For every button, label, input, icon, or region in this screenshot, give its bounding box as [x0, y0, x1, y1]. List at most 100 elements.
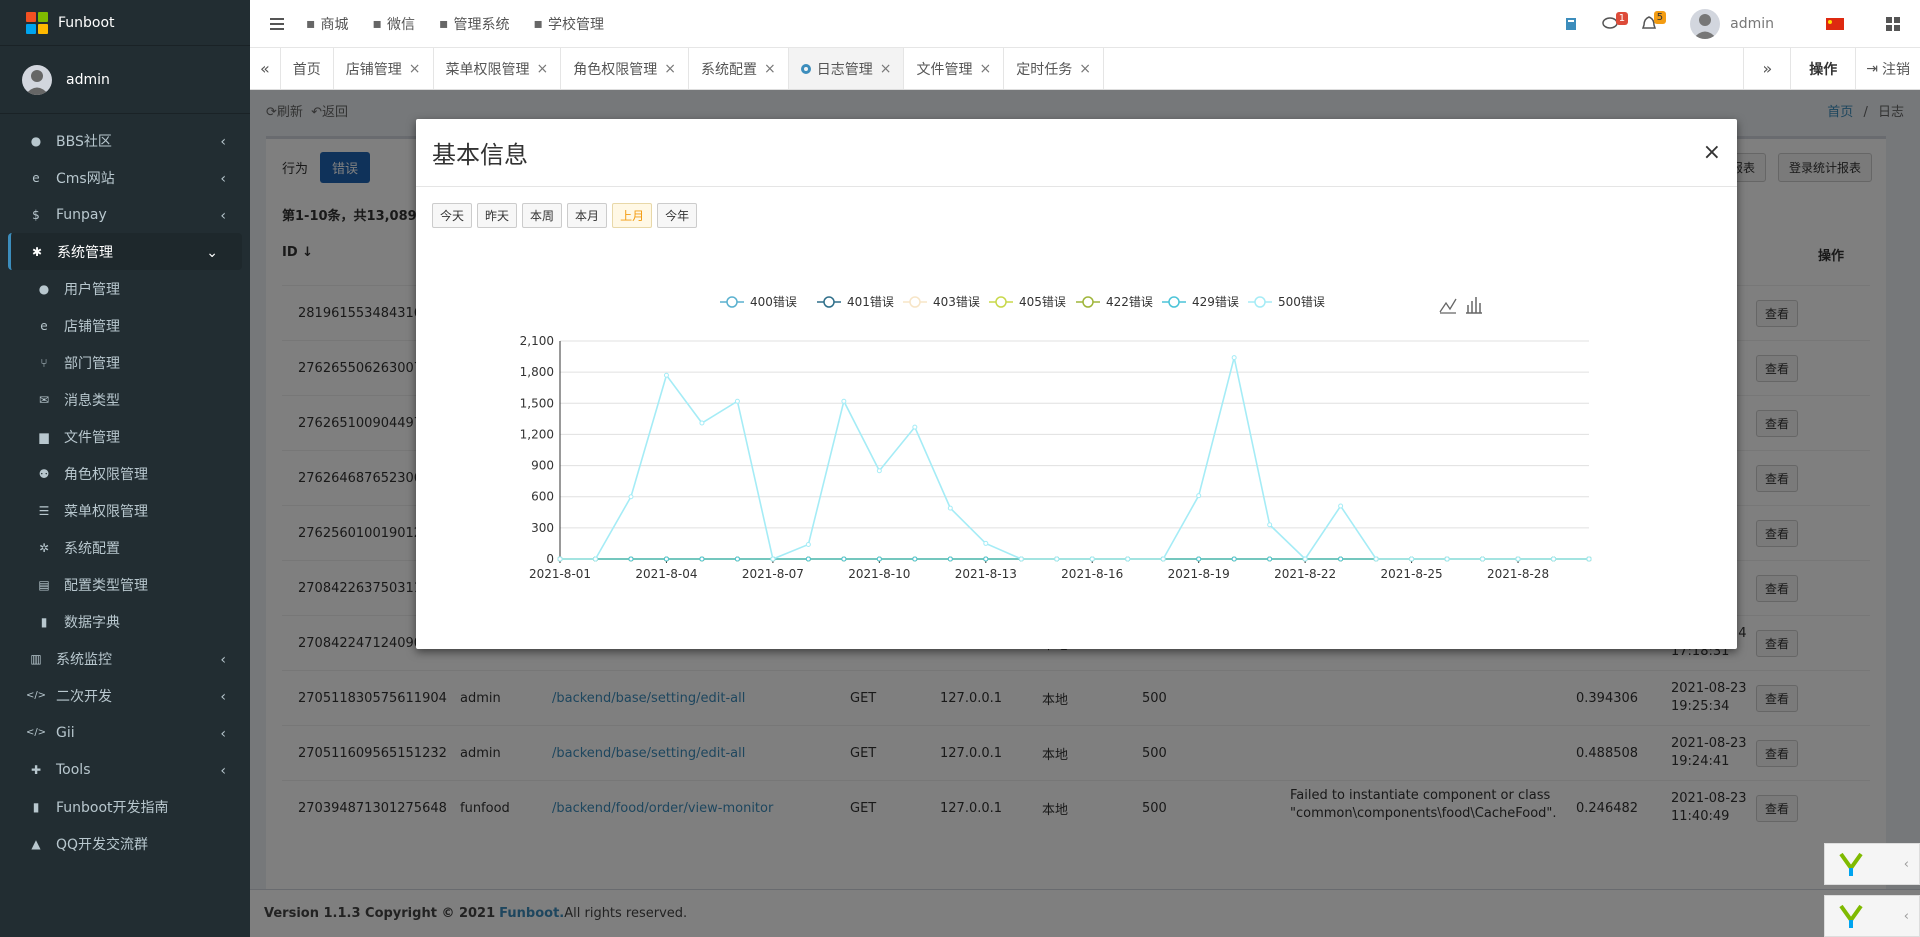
data-point: [734, 398, 740, 404]
sidebar-item[interactable]: ● 用户管理: [0, 270, 250, 307]
sidebar-item[interactable]: e Cms网站 ‹: [0, 159, 250, 196]
modal-close-button[interactable]: ×: [1703, 140, 1721, 165]
legend-item[interactable]: 429错误: [1162, 295, 1239, 309]
legend-item[interactable]: 500错误: [1248, 295, 1325, 309]
chevron-left-icon[interactable]: ‹: [1904, 909, 1909, 924]
sidebar-item-label: 角色权限管理: [64, 466, 148, 483]
logout-button[interactable]: ⇥ 注销: [1856, 48, 1920, 89]
bell-icon[interactable]: 5: [1642, 11, 1667, 31]
book-icon[interactable]: [1564, 17, 1578, 31]
sidebar-item[interactable]: ⚉ 角色权限管理: [0, 455, 250, 492]
grid-apps-icon[interactable]: [1886, 16, 1900, 31]
tab-item[interactable]: 菜单权限管理 ×: [434, 48, 562, 89]
user-avatar-icon: [22, 64, 52, 95]
hamburger-icon[interactable]: [270, 17, 284, 30]
sidebar-item-label: 二次开发: [56, 688, 112, 705]
data-point: [841, 556, 847, 562]
tab-close-icon[interactable]: ×: [409, 61, 421, 77]
sidebar-item[interactable]: e 店铺管理: [0, 307, 250, 344]
user-panel[interactable]: admin: [0, 46, 250, 114]
topnav-item[interactable]: ▪ 微信: [373, 14, 416, 34]
china-flag-icon[interactable]: [1826, 17, 1844, 30]
error-line-chart: 0 300 600 900 1,200 1,500 1,800 2,100 2021-8-01 2…: [520, 295, 1592, 581]
tab-item[interactable]: 文件管理 ×: [904, 48, 1005, 89]
tabs-action-button[interactable]: 操作: [1791, 48, 1857, 89]
tab-close-icon[interactable]: ×: [537, 61, 549, 77]
sidebar-item[interactable]: ✲ 系统配置: [0, 529, 250, 566]
bar-chart-icon[interactable]: [1466, 297, 1482, 314]
sidebar-item[interactable]: $ Funpay ‹: [0, 196, 250, 233]
tab-item[interactable]: 角色权限管理 ×: [561, 48, 689, 89]
sidebar-item-label: 店铺管理: [64, 318, 120, 335]
yii-debug-toolbar-2[interactable]: ‹: [1824, 895, 1920, 937]
range-button[interactable]: 本周: [522, 203, 563, 228]
legend-marker: [1168, 296, 1180, 308]
sidebar-item[interactable]: </> Gii ‹: [0, 714, 250, 751]
legend-item[interactable]: 405错误: [989, 295, 1066, 309]
tab-item[interactable]: 定时任务 ×: [1004, 48, 1104, 89]
range-button[interactable]: 今年: [657, 203, 698, 228]
sidebar-item[interactable]: ▲ QQ开发交流群: [0, 825, 250, 862]
chevron-left-icon[interactable]: ‹: [1904, 857, 1909, 872]
sidebar-item[interactable]: ▮ Funboot开发指南: [0, 788, 250, 825]
sidebar-item[interactable]: </> 二次开发 ‹: [0, 677, 250, 714]
sidebar-item[interactable]: ▤ 配置类型管理: [0, 566, 250, 603]
range-button[interactable]: 今天: [432, 203, 473, 228]
top-user[interactable]: admin: [1690, 8, 1774, 39]
yii-debug-toolbar[interactable]: ‹: [1824, 843, 1920, 885]
tab-close-icon[interactable]: ×: [979, 61, 991, 77]
messages-count: 1: [1615, 11, 1629, 25]
data-point: [699, 556, 705, 562]
sidebar-item[interactable]: ✚ Tools ‹: [0, 751, 250, 788]
y-tick-label: 1,800: [520, 365, 554, 379]
sidebar-item[interactable]: ▥ 系统监控 ‹: [0, 640, 250, 677]
legend-label: 401错误: [847, 295, 894, 309]
messages-icon[interactable]: 1: [1602, 11, 1629, 31]
tabs-scroll-right-icon[interactable]: »: [1743, 48, 1792, 89]
legend-item[interactable]: 403错误: [903, 295, 980, 309]
tab-item[interactable]: 日志管理 ×: [788, 48, 905, 89]
sidebar-item[interactable]: ● BBS社区 ‹: [0, 122, 250, 159]
users-icon: ⚉: [38, 466, 50, 481]
range-button[interactable]: 昨天: [477, 203, 518, 228]
topnav-item[interactable]: ▪ 商城: [306, 14, 349, 34]
legend-item[interactable]: 422错误: [1076, 295, 1153, 309]
sidebar-item[interactable]: ☰ 菜单权限管理: [0, 492, 250, 529]
tab-item[interactable]: 系统配置 ×: [689, 48, 789, 89]
chevron-left-icon: ‹: [220, 726, 226, 742]
sidebar-item[interactable]: ▮ 数据字典: [0, 603, 250, 640]
range-button[interactable]: 本月: [567, 203, 608, 228]
data-point: [628, 494, 634, 500]
tab-close-icon[interactable]: ×: [764, 61, 776, 77]
chevron-left-icon: ‹: [220, 134, 226, 150]
x-tick-label: 2021-8-22: [1274, 567, 1336, 581]
sidebar-item[interactable]: ✱ 系统管理 ⌄: [8, 233, 242, 270]
sidebar-item[interactable]: ▆ 文件管理: [0, 418, 250, 455]
data-point: [663, 556, 669, 562]
tab-close-icon[interactable]: ×: [880, 61, 892, 77]
topnav-item[interactable]: ▪ 管理系统: [439, 14, 510, 34]
legend-label: 429错误: [1192, 295, 1239, 309]
tab-close-icon[interactable]: ×: [664, 61, 676, 77]
tab-item[interactable]: 首页: [281, 48, 334, 89]
chevron-left-icon: ‹: [220, 763, 226, 779]
sidebar-item[interactable]: ⑂ 部门管理: [0, 344, 250, 381]
tab-label: 首页: [292, 61, 321, 78]
range-button[interactable]: 上月: [612, 203, 653, 228]
tab-item[interactable]: 店铺管理 ×: [334, 48, 434, 89]
sidebar-item-label: Cms网站: [56, 170, 115, 187]
data-point: [1373, 556, 1379, 562]
sidebar-item[interactable]: ✉ 消息类型: [0, 381, 250, 418]
sidebar-menu: ● BBS社区 ‹ e Cms网站 ‹ $ Funpay ‹ ✱ 系统管理 ⌄ ● 用户管理 e 店铺管理 ⑂ 部…: [0, 114, 250, 862]
chart-icon: ▥: [30, 651, 42, 666]
legend-item[interactable]: 401错误: [817, 295, 894, 309]
legend-item[interactable]: 400错误: [720, 295, 797, 309]
topnav-item[interactable]: ▪ 学校管理: [534, 14, 605, 34]
chevron-left-icon: ‹: [220, 689, 226, 705]
tab-close-icon[interactable]: ×: [1079, 61, 1091, 77]
tabs-scroll-left-icon[interactable]: «: [250, 48, 281, 89]
brand[interactable]: Funboot: [0, 0, 250, 46]
sidebar-item-label: Tools: [56, 761, 91, 778]
bell-icon: ▲: [31, 836, 41, 851]
line-chart-icon[interactable]: [1439, 298, 1457, 314]
